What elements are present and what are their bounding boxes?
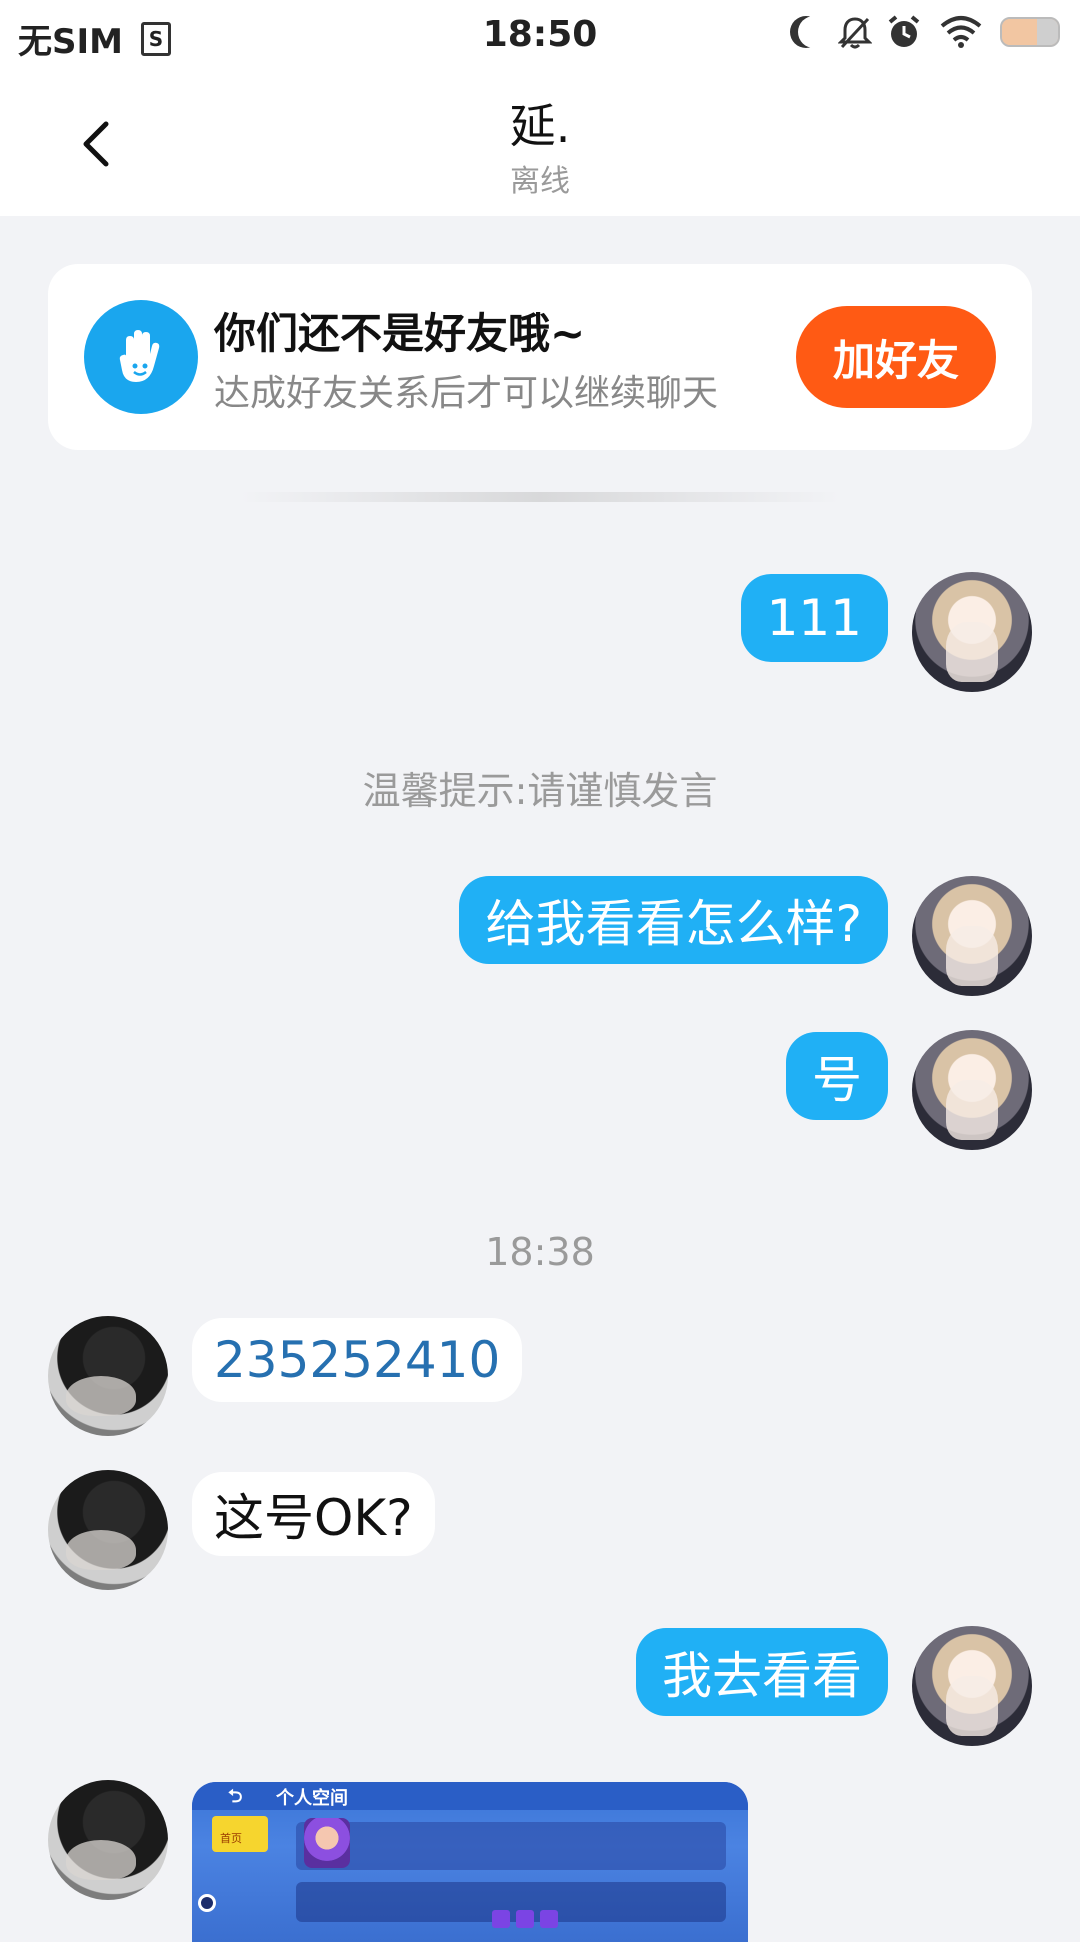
message-image[interactable]: ⮌ 个人空间 首页 <box>192 1782 748 1942</box>
image-profile-panel <box>296 1822 726 1870</box>
message-bubble-incoming[interactable]: 这号OK? <box>192 1472 435 1556</box>
image-nav-label: 首页 <box>220 1832 242 1845</box>
add-friend-button[interactable]: 加好友 <box>796 306 996 408</box>
contact-avatar[interactable] <box>48 1470 168 1590</box>
my-avatar[interactable] <box>912 1030 1032 1150</box>
moon-icon <box>798 16 830 48</box>
image-caption: 个人空间 <box>276 1788 348 1809</box>
status-right <box>788 14 1060 50</box>
message-bubble-outgoing[interactable]: 我去看看 <box>636 1628 888 1716</box>
battery-icon <box>1000 17 1060 47</box>
image-topbar: ⮌ 个人空间 <box>192 1782 748 1810</box>
message-bubble-outgoing[interactable]: 号 <box>786 1032 888 1120</box>
wifi-icon <box>940 15 982 49</box>
chat-header: 延. 离线 <box>0 72 1080 216</box>
image-chip <box>516 1910 534 1928</box>
my-avatar[interactable] <box>912 1626 1032 1746</box>
message-bubble-outgoing[interactable]: 给我看看怎么样? <box>459 876 888 964</box>
status-bar: 无SIM S 18:50 <box>0 0 1080 72</box>
image-chip <box>540 1910 558 1928</box>
contact-avatar[interactable] <box>48 1780 168 1900</box>
message-bubble-outgoing[interactable]: 111 <box>740 574 888 662</box>
image-portrait <box>304 1818 350 1868</box>
chat-title: 延. <box>509 99 571 153</box>
bell-off-icon <box>838 15 872 49</box>
message-bubble-incoming[interactable]: 235252410 <box>192 1318 523 1402</box>
my-avatar[interactable] <box>912 876 1032 996</box>
faded-text-divider <box>240 492 840 502</box>
chat-status: 离线 <box>510 164 570 199</box>
image-stats-row <box>296 1882 726 1922</box>
alarm-icon <box>886 14 922 50</box>
image-chip <box>492 1910 510 1928</box>
image-toggle-dot <box>198 1894 216 1912</box>
banner-title: 你们还不是好友哦~ <box>214 309 586 358</box>
time-separator: 18:38 <box>485 1230 595 1274</box>
my-avatar[interactable] <box>912 572 1032 692</box>
contact-avatar[interactable] <box>48 1316 168 1436</box>
system-tip: 温馨提示:请谨慎发言 <box>362 769 718 813</box>
banner-subtitle: 达成好友关系后才可以继续聊天 <box>214 373 719 414</box>
back-arrow-icon: ⮌ <box>228 1786 243 1807</box>
friend-request-banner: 你们还不是好友哦~ 达成好友关系后才可以继续聊天 加好友 <box>48 264 1032 450</box>
hand-icon <box>84 300 198 414</box>
